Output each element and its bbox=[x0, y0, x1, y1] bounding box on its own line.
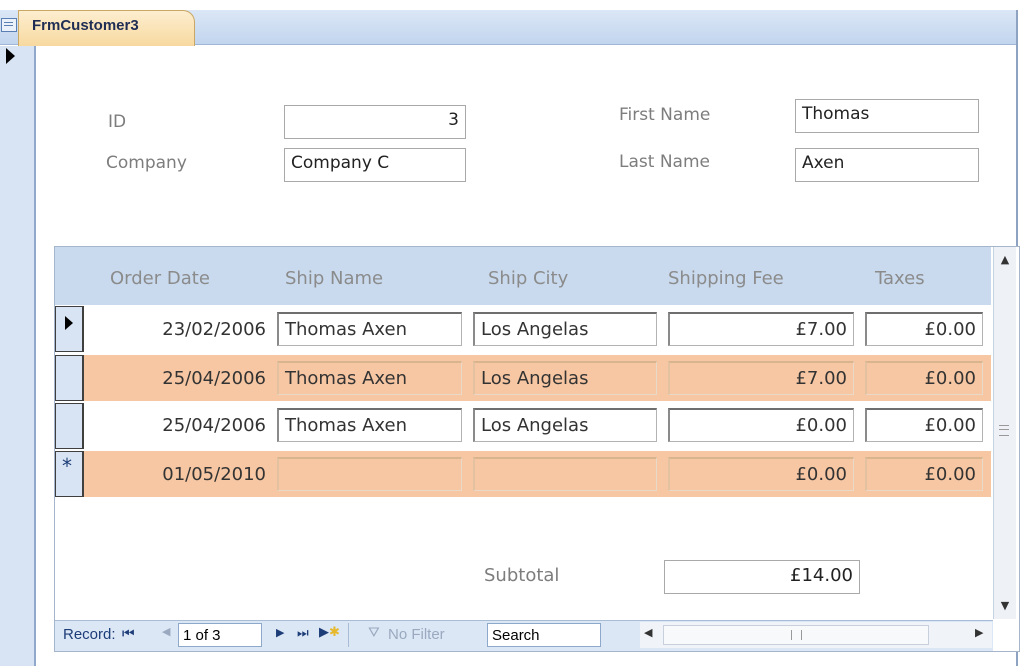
next-record-icon[interactable]: ▶ bbox=[276, 626, 284, 639]
row-selector[interactable] bbox=[55, 355, 84, 401]
first-name-field[interactable]: Thomas bbox=[795, 99, 979, 133]
taxes-cell[interactable]: £0.00 bbox=[865, 457, 983, 491]
ship-city-cell[interactable]: Los Angelas bbox=[473, 361, 657, 395]
form-icon bbox=[1, 18, 17, 32]
record-label: Record: bbox=[63, 626, 116, 643]
scroll-grip-icon bbox=[791, 630, 802, 640]
column-header-taxes: Taxes bbox=[875, 268, 925, 289]
column-header-shipping-fee: Shipping Fee bbox=[668, 268, 784, 289]
nav-divider bbox=[348, 623, 349, 647]
scroll-right-icon[interactable]: ▶ bbox=[975, 626, 983, 639]
last-name-label: Last Name bbox=[619, 152, 710, 172]
taxes-cell[interactable]: £0.00 bbox=[865, 408, 983, 442]
ship-city-cell[interactable] bbox=[473, 457, 657, 491]
scroll-left-icon[interactable]: ◀ bbox=[644, 626, 652, 639]
no-filter-button[interactable]: No Filter bbox=[388, 626, 445, 643]
shipping-fee-cell[interactable]: £0.00 bbox=[668, 457, 854, 491]
row-selector[interactable] bbox=[55, 403, 84, 449]
search-padding bbox=[601, 623, 639, 647]
order-date-cell[interactable]: 01/05/2010 bbox=[88, 457, 272, 491]
filter-icon[interactable]: ⛛ bbox=[368, 624, 380, 641]
tab-title: FrmCustomer3 bbox=[32, 17, 139, 34]
ship-name-cell[interactable]: Thomas Axen bbox=[277, 361, 462, 395]
record-position-field[interactable]: 1 of 3 bbox=[178, 623, 262, 647]
prev-record-icon[interactable]: ◀ bbox=[162, 625, 170, 638]
record-pointer-icon bbox=[6, 48, 15, 64]
record-pointer-icon bbox=[65, 316, 73, 330]
row-selector[interactable] bbox=[55, 306, 84, 352]
ship-name-cell[interactable]: Thomas Axen bbox=[277, 408, 462, 442]
id-field[interactable]: 3 bbox=[284, 105, 466, 139]
first-name-label: First Name bbox=[619, 105, 711, 125]
new-record-icon[interactable]: ▶✱ bbox=[319, 624, 340, 640]
row-selector[interactable]: * bbox=[55, 451, 84, 497]
subtotal-label: Subtotal bbox=[484, 565, 560, 586]
scroll-down-icon[interactable]: ▼ bbox=[994, 595, 1016, 615]
column-header-order-date: Order Date bbox=[110, 268, 210, 289]
first-record-icon[interactable]: ⏮ bbox=[122, 625, 135, 642]
shipping-fee-cell[interactable]: £0.00 bbox=[668, 408, 854, 442]
id-label: ID bbox=[108, 112, 127, 132]
column-header-ship-city: Ship City bbox=[488, 268, 569, 289]
order-date-cell[interactable]: 25/04/2006 bbox=[88, 408, 272, 442]
shipping-fee-cell[interactable]: £7.00 bbox=[668, 312, 854, 346]
shipping-fee-cell[interactable]: £7.00 bbox=[668, 361, 854, 395]
scroll-up-icon[interactable]: ▲ bbox=[994, 249, 1016, 269]
taxes-cell[interactable]: £0.00 bbox=[865, 312, 983, 346]
ship-name-cell[interactable] bbox=[277, 457, 462, 491]
company-label: Company bbox=[106, 153, 187, 173]
search-field[interactable]: Search bbox=[487, 623, 601, 647]
new-record-marker: * bbox=[62, 454, 72, 478]
ship-city-cell[interactable]: Los Angelas bbox=[473, 312, 657, 346]
subtotal-field[interactable]: £14.00 bbox=[664, 560, 860, 594]
form-record-selector[interactable] bbox=[0, 46, 36, 666]
order-date-cell[interactable]: 23/02/2006 bbox=[88, 312, 272, 346]
scroll-grip-icon bbox=[999, 425, 1009, 436]
taxes-cell[interactable]: £0.00 bbox=[865, 361, 983, 395]
column-header-ship-name: Ship Name bbox=[285, 268, 384, 289]
ship-city-cell[interactable]: Los Angelas bbox=[473, 408, 657, 442]
last-name-field[interactable]: Axen bbox=[795, 148, 979, 182]
last-record-icon[interactable]: ⏭ bbox=[297, 625, 309, 641]
company-field[interactable]: Company C bbox=[284, 148, 466, 182]
ship-name-cell[interactable]: Thomas Axen bbox=[277, 312, 462, 346]
order-date-cell[interactable]: 25/04/2006 bbox=[88, 361, 272, 395]
